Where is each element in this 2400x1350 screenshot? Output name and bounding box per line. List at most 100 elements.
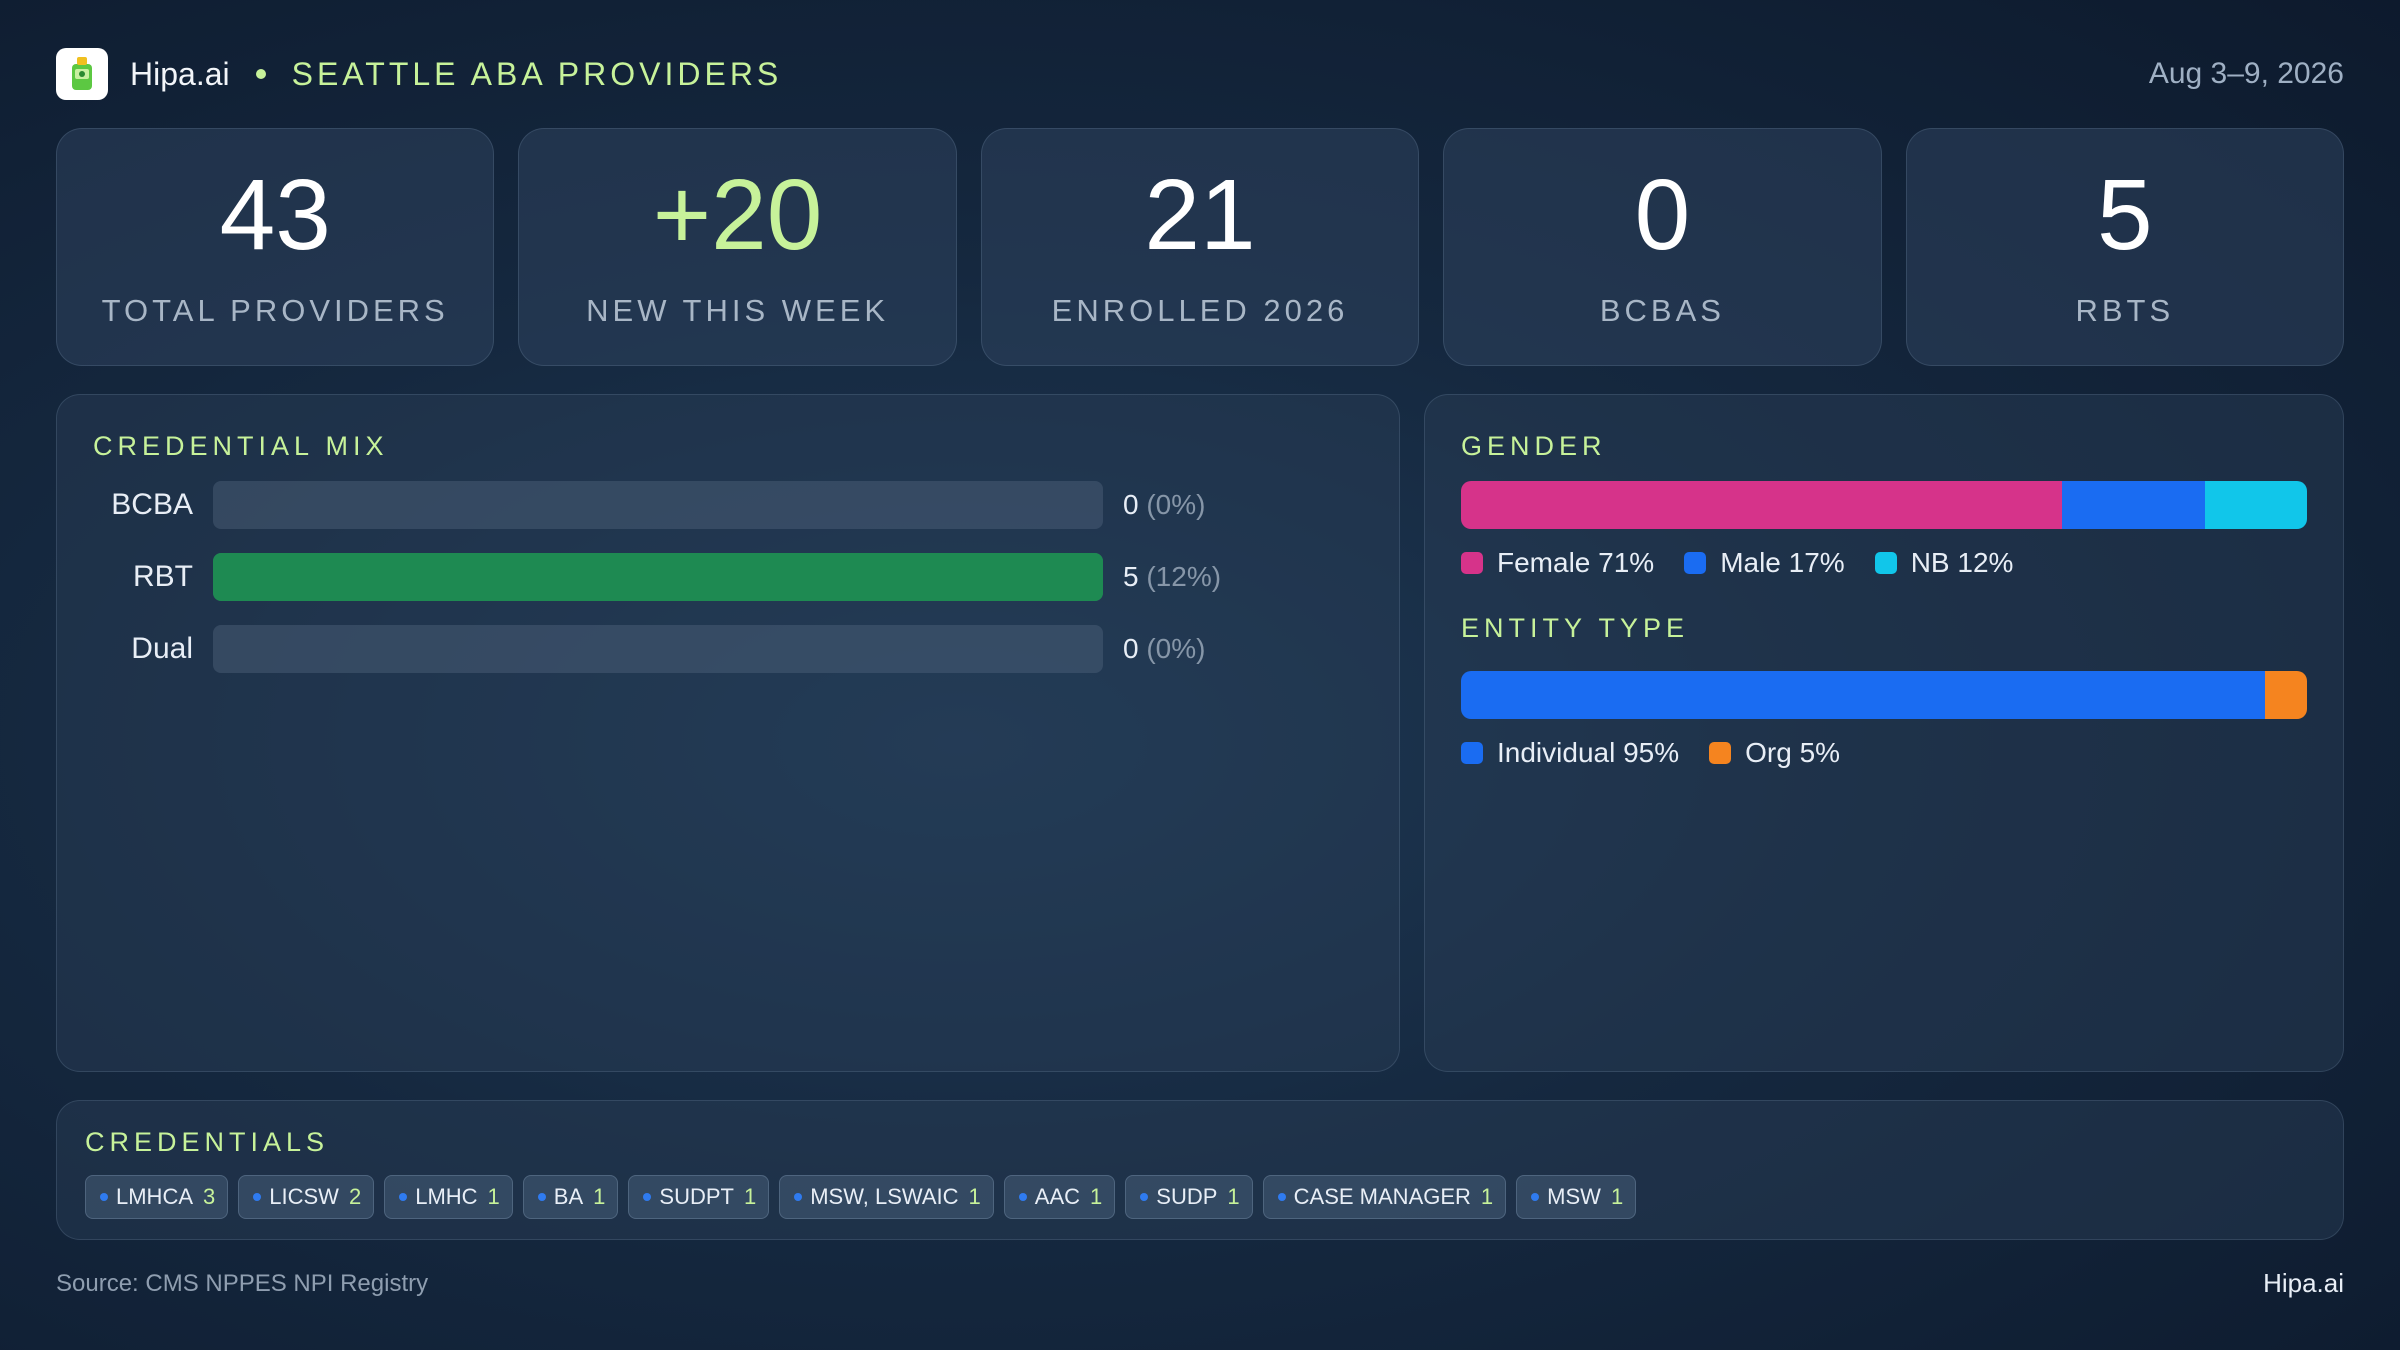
brand-name: Hipa.ai <box>130 55 230 92</box>
credential-chip: BA 1 <box>522 1175 619 1219</box>
stat-value: 5 <box>2097 159 2153 271</box>
legend-item: NB 12% <box>1874 547 2014 579</box>
bar-track <box>213 625 1103 673</box>
chip-dot <box>1277 1193 1286 1201</box>
chip-dot <box>1531 1193 1540 1201</box>
percent-value: (12%) <box>1146 561 1222 592</box>
chip-count: 2 <box>348 1184 362 1209</box>
date-range: Aug 3–9, 2026 <box>2148 57 2344 90</box>
gender-segment <box>2205 481 2307 529</box>
stat-label: BCBAS <box>1599 293 1725 328</box>
stat-card-new-this-week: +20 NEW THIS WEEK <box>518 128 957 366</box>
stat-value: 43 <box>219 159 331 271</box>
legend-swatch <box>1709 742 1732 764</box>
stat-value: +20 <box>652 159 823 271</box>
entity-type-segment <box>2264 671 2307 719</box>
chip-dot <box>1018 1193 1027 1201</box>
credential-chip: MSW, LSWAIC 1 <box>779 1175 994 1219</box>
percent-value: (0%) <box>1146 633 1206 664</box>
separator-dot <box>255 69 266 79</box>
gender-segment <box>2061 481 2206 529</box>
credentials-panel: CREDENTIALS LMHCA 3 LICSW 2 LMHC 1 BA 1 SUDPT 1 MS… <box>56 1100 2344 1240</box>
chip-count: 1 <box>968 1184 981 1209</box>
chip-name: LICSW <box>269 1184 339 1209</box>
legend-label: Individual 95% <box>1497 737 1680 768</box>
stats-row: 43 TOTAL PROVIDERS +20 NEW THIS WEEK 21 … <box>56 128 2345 366</box>
chip-name: LMHC <box>415 1184 478 1209</box>
chip-name: CASE MANAGER <box>1293 1184 1471 1209</box>
row-label: BCBA <box>111 488 193 521</box>
panel-title: CREDENTIALS <box>85 1127 330 1157</box>
legend-label: Org 5% <box>1745 737 1841 768</box>
stat-value: 21 <box>1144 159 1256 271</box>
row-label: Dual <box>131 632 193 665</box>
credential-chips: LMHCA 3 LICSW 2 LMHC 1 BA 1 SUDPT 1 MSW, LSWAIC 1 AA… <box>85 1175 1637 1219</box>
legend-item: Male 17% <box>1684 547 1845 579</box>
chip-count: 1 <box>1227 1184 1240 1209</box>
source-note: Source: CMS NPPES NPI Registry <box>56 1270 429 1297</box>
chip-name: SUDP <box>1156 1184 1218 1209</box>
legend-swatch <box>1684 552 1707 574</box>
bar-track <box>213 481 1103 529</box>
credential-chip: SUDP 1 <box>1125 1175 1253 1219</box>
legend-item: Org 5% <box>1709 737 1840 769</box>
panel-title: GENDER <box>1461 431 1607 461</box>
chip-count: 1 <box>1480 1184 1494 1209</box>
chip-dot <box>537 1193 546 1201</box>
stat-card-enrolled: 21 ENROLLED 2026 <box>980 128 1420 366</box>
chip-name: LMHCA <box>116 1184 194 1209</box>
bar-track <box>213 553 1103 601</box>
chip-dot <box>100 1193 108 1201</box>
chip-name: SUDPT <box>659 1184 734 1209</box>
entity-type-segment <box>1461 671 2265 719</box>
chip-name: MSW, LSWAIC <box>810 1184 959 1209</box>
credential-chip: LMHCA 3 <box>85 1175 229 1219</box>
chip-dot <box>1140 1193 1149 1201</box>
credential-chip: CASE MANAGER 1 <box>1262 1175 1507 1219</box>
gender-legend: Female 71% Male 17% NB 12% <box>1461 547 2013 579</box>
header: Hipa.ai SEATTLE ABA PROVIDERS Aug 3–9, 2… <box>56 46 2344 102</box>
credential-mix-row: BCBA 0 (0%) <box>57 481 1399 529</box>
stat-value: 0 <box>1634 159 1691 271</box>
chip-dot <box>643 1193 652 1201</box>
bar-fill <box>213 553 1103 601</box>
credential-mix-row: RBT 5 (12%) <box>57 553 1399 601</box>
gender-segment <box>1461 481 2062 529</box>
panel-title: CREDENTIAL MIX <box>93 431 389 461</box>
chip-count: 3 <box>203 1184 216 1209</box>
chip-dot <box>399 1193 408 1201</box>
chip-count: 1 <box>1610 1184 1624 1209</box>
credential-chip: LICSW 2 <box>238 1175 375 1219</box>
credential-mix-panel: CREDENTIAL MIX BCBA 0 (0%) RBT 5 (12%) Dual 0… <box>56 394 1400 1072</box>
count-value: 0 <box>1123 489 1147 520</box>
credential-chip: LMHC 1 <box>384 1175 513 1219</box>
legend-label: NB 12% <box>1910 547 2014 578</box>
stat-label: RBTS <box>2075 293 2175 328</box>
percent-value: (0%) <box>1146 489 1206 520</box>
row-label: RBT <box>133 560 193 593</box>
chip-name: AAC <box>1034 1184 1081 1209</box>
stat-card-total-providers: 43 TOTAL PROVIDERS <box>56 128 495 366</box>
demographics-panel: GENDER Female 71% Male 17% NB 12% ENTITY T… <box>1424 394 2344 1072</box>
footer-brand: Hipa.ai <box>2263 1268 2344 1298</box>
entity-type-bar <box>1461 671 2307 719</box>
legend-swatch <box>1461 552 1483 574</box>
chip-count: 1 <box>487 1184 500 1209</box>
legend-item: Female 71% <box>1461 547 1654 579</box>
chip-count: 1 <box>1090 1184 1103 1209</box>
stat-label: TOTAL PROVIDERS <box>101 293 449 328</box>
chip-dot <box>794 1193 803 1201</box>
credential-chip: MSW 1 <box>1516 1175 1637 1219</box>
gender-bar <box>1461 481 2307 529</box>
chip-name: MSW <box>1547 1184 1601 1209</box>
chip-name: BA <box>553 1184 584 1209</box>
credential-mix-row: Dual 0 (0%) <box>57 625 1399 673</box>
chip-count: 1 <box>743 1184 757 1209</box>
stat-label: ENROLLED 2026 <box>1051 293 1349 328</box>
legend-label: Female 71% <box>1497 547 1655 578</box>
legend-swatch <box>1874 552 1897 574</box>
chip-count: 1 <box>593 1184 606 1209</box>
legend-swatch <box>1461 742 1483 764</box>
logo-icon <box>56 48 108 100</box>
stat-label: NEW THIS WEEK <box>586 293 890 328</box>
